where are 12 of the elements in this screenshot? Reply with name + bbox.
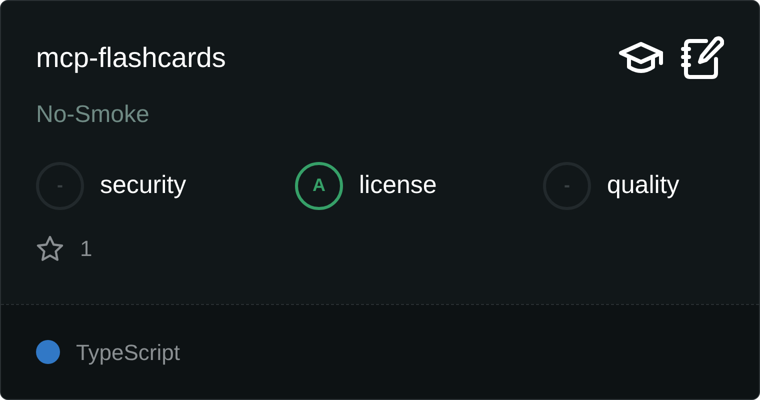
grade-badge: -: [36, 162, 84, 210]
owner-link[interactable]: No-Smoke: [36, 101, 724, 130]
notebook-pen-icon: [680, 35, 724, 81]
star-icon: [36, 234, 64, 262]
score-label: license: [359, 170, 437, 202]
grade-badge: -: [543, 162, 591, 210]
language-name: TypeScript: [76, 338, 180, 367]
score-label: quality: [607, 170, 680, 202]
repo-title[interactable]: mcp-flashcards: [36, 40, 226, 76]
score-label: security: [100, 170, 186, 202]
grade-badge: A: [295, 162, 343, 210]
star-count: 1: [80, 234, 92, 263]
